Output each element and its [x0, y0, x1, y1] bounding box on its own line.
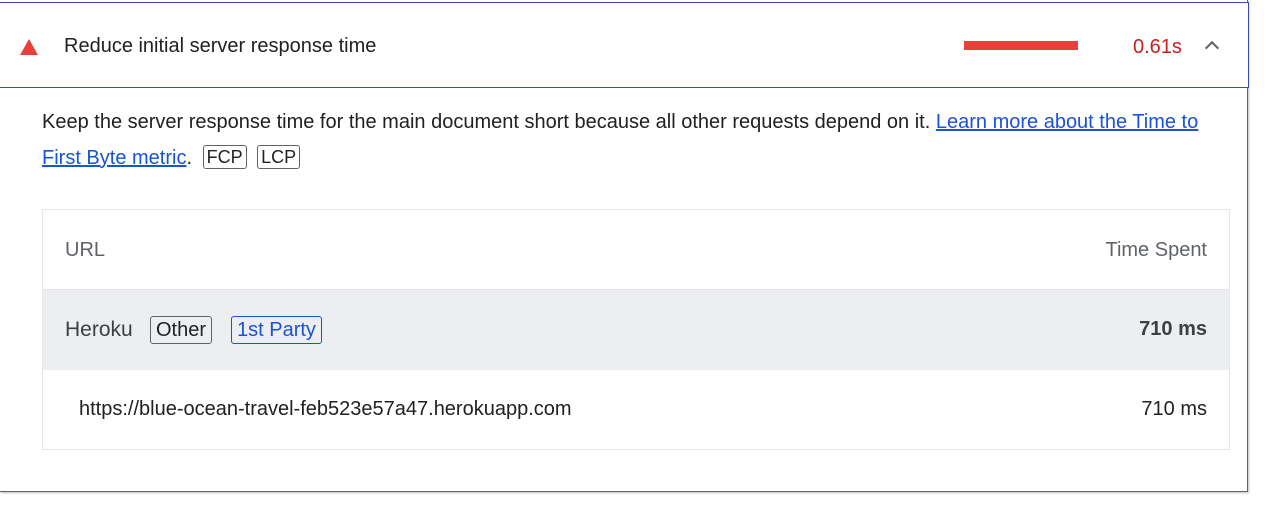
entity-tag-first-party: 1st Party: [231, 316, 322, 344]
metric-tag-lcp: LCP: [257, 145, 301, 169]
table-header: URL Time Spent: [43, 210, 1229, 290]
metric-bar-fill: [964, 41, 1078, 50]
metric-bar: [964, 41, 1078, 50]
details-table: URL Time Spent Heroku Other 1st Party 71…: [42, 209, 1230, 450]
entity-name: Heroku: [65, 318, 133, 341]
audit-description: Keep the server response time for the ma…: [42, 104, 1232, 176]
table-row: https://blue-ocean-travel-feb523e57a47.h…: [43, 370, 1229, 450]
audit-header[interactable]: Reduce initial server response time 0.61…: [0, 2, 1249, 88]
description-period: .: [186, 147, 193, 169]
metric-tag-fcp: FCP: [202, 145, 247, 169]
warning-triangle-icon: [20, 39, 38, 55]
audit-panel: Reduce initial server response time 0.61…: [0, 0, 1249, 492]
row-time: 710 ms: [1141, 398, 1207, 420]
audit-title: Reduce initial server response time: [64, 35, 377, 57]
column-header-time-spent: Time Spent: [1105, 239, 1207, 261]
entity-group-row: Heroku Other 1st Party 710 ms: [43, 290, 1229, 370]
entity-tag-other: Other: [150, 316, 213, 344]
entity-time: 710 ms: [1139, 318, 1207, 340]
row-url: https://blue-ocean-travel-feb523e57a47.h…: [79, 398, 572, 420]
column-header-url: URL: [65, 239, 106, 261]
metric-value: 0.61s: [1133, 36, 1182, 58]
chevron-up-icon[interactable]: [1204, 40, 1220, 56]
description-text: Keep the server response time for the ma…: [42, 111, 936, 133]
